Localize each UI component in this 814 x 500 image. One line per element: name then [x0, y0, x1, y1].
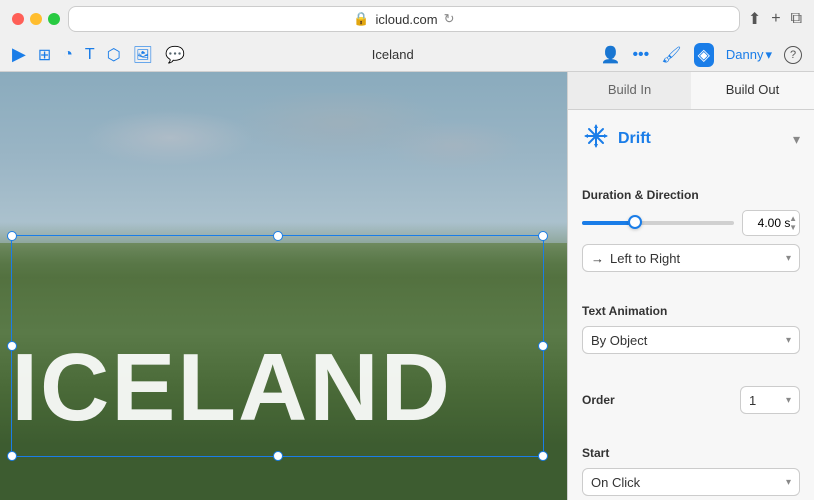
browser-right-icons: ⬆ + ⧉: [748, 9, 802, 29]
direction-value: Left to Right: [610, 251, 680, 266]
main-area: ICELAND Build In Build Out: [0, 72, 814, 500]
collaborate-icon[interactable]: 👤: [601, 45, 621, 65]
media-icon[interactable]: 🖼: [133, 45, 153, 65]
animation-name-label: Drift: [618, 130, 651, 148]
user-chevron-icon: ▾: [765, 47, 772, 63]
duration-decrement[interactable]: ▼: [789, 224, 797, 232]
tab-build-in[interactable]: Build In: [568, 72, 691, 109]
paintbrush-icon[interactable]: 🖌: [661, 45, 681, 65]
user-menu-button[interactable]: Danny ▾: [726, 47, 772, 63]
iceland-text-element[interactable]: ICELAND: [11, 340, 452, 436]
keynote-toolbar: ▶ ⊞ ◔ T ⬡ 🖼 💬 Iceland 👤 ••• 🖌 ◈ Danny ▾ …: [0, 38, 814, 72]
duration-section-title: Duration & Direction: [582, 188, 800, 202]
tab-build-out[interactable]: Build Out: [691, 72, 814, 109]
shapes-icon[interactable]: ⬡: [107, 45, 121, 65]
duration-slider-thumb[interactable]: [628, 215, 642, 229]
address-bar[interactable]: 🔒 icloud.com ↻: [68, 6, 740, 32]
minimize-window-button[interactable]: [30, 13, 42, 25]
order-chevron-icon: ▾: [786, 395, 791, 406]
duration-slider-row: 4.00 s ▲ ▼: [582, 210, 800, 236]
browser-top-bar: 🔒 icloud.com ↻ ⬆ + ⧉: [0, 0, 814, 38]
animate-icon[interactable]: ◈: [694, 43, 714, 67]
play-button[interactable]: ▶: [12, 44, 26, 65]
order-value: 1: [749, 393, 756, 408]
start-dropdown[interactable]: On Click ▾: [582, 468, 800, 496]
window-controls: [12, 13, 60, 25]
animation-panel: Build In Build Out: [567, 72, 814, 500]
start-value: On Click: [591, 475, 640, 490]
order-section-title: Order: [582, 393, 615, 407]
panel-tabs: Build In Build Out: [568, 72, 814, 110]
direction-dropdown-left: → Left to Right: [591, 251, 680, 266]
text-animation-section: Text Animation By Object ▾: [582, 304, 800, 354]
direction-chevron-icon: ▾: [786, 253, 791, 264]
tabs-icon[interactable]: ⧉: [791, 10, 802, 28]
start-section: Start On Click ▾: [582, 446, 800, 496]
order-dropdown[interactable]: 1 ▾: [740, 386, 800, 414]
help-button[interactable]: ?: [784, 46, 802, 64]
duration-slider-track[interactable]: [582, 221, 734, 225]
more-icon[interactable]: •••: [632, 46, 649, 64]
direction-arrow-icon: →: [591, 251, 604, 266]
slide-canvas: ICELAND: [0, 72, 567, 500]
text-animation-value: By Object: [591, 333, 647, 348]
reload-icon[interactable]: ↻: [444, 11, 455, 27]
fullscreen-window-button[interactable]: [48, 13, 60, 25]
animation-chevron-icon[interactable]: ▾: [793, 131, 800, 148]
share-icon[interactable]: ⬆: [748, 9, 761, 29]
order-section: Order 1 ▾: [582, 386, 800, 414]
document-title: Iceland: [197, 47, 589, 62]
close-window-button[interactable]: [12, 13, 24, 25]
url-text: icloud.com: [375, 12, 437, 27]
comment-icon[interactable]: 💬: [165, 45, 185, 65]
animation-name-row: Drift: [582, 122, 651, 156]
animation-header: Drift ▾: [582, 122, 800, 156]
clouds: [0, 93, 567, 243]
text-animation-chevron-icon: ▾: [786, 335, 791, 346]
table-icon[interactable]: ⊞: [38, 45, 51, 65]
duration-input[interactable]: 4.00 s ▲ ▼: [742, 210, 800, 236]
order-row: Order 1 ▾: [582, 386, 800, 414]
text-animation-dropdown[interactable]: By Object ▾: [582, 326, 800, 354]
start-chevron-icon: ▾: [786, 477, 791, 488]
direction-dropdown[interactable]: → Left to Right ▾: [582, 244, 800, 272]
duration-section: Duration & Direction 4.00 s ▲ ▼: [582, 188, 800, 272]
text-animation-title: Text Animation: [582, 304, 800, 318]
start-section-title: Start: [582, 446, 800, 460]
duration-increment[interactable]: ▲: [789, 215, 797, 223]
text-icon[interactable]: T: [85, 46, 95, 64]
duration-value: 4.00 s: [758, 216, 791, 230]
user-name: Danny: [726, 47, 764, 62]
chart-icon[interactable]: ◔: [63, 46, 73, 64]
lock-icon: 🔒: [353, 11, 369, 27]
new-tab-icon[interactable]: +: [771, 10, 780, 28]
drift-icon: [582, 122, 610, 156]
panel-content: Drift ▾ Duration & Direction 4.00 s ▲: [568, 110, 814, 500]
browser-chrome: 🔒 icloud.com ↻ ⬆ + ⧉ ▶ ⊞ ◔ T ⬡ 🖼 💬 Icela…: [0, 0, 814, 72]
duration-spinners: ▲ ▼: [789, 211, 797, 235]
canvas-area[interactable]: ICELAND: [0, 72, 567, 500]
